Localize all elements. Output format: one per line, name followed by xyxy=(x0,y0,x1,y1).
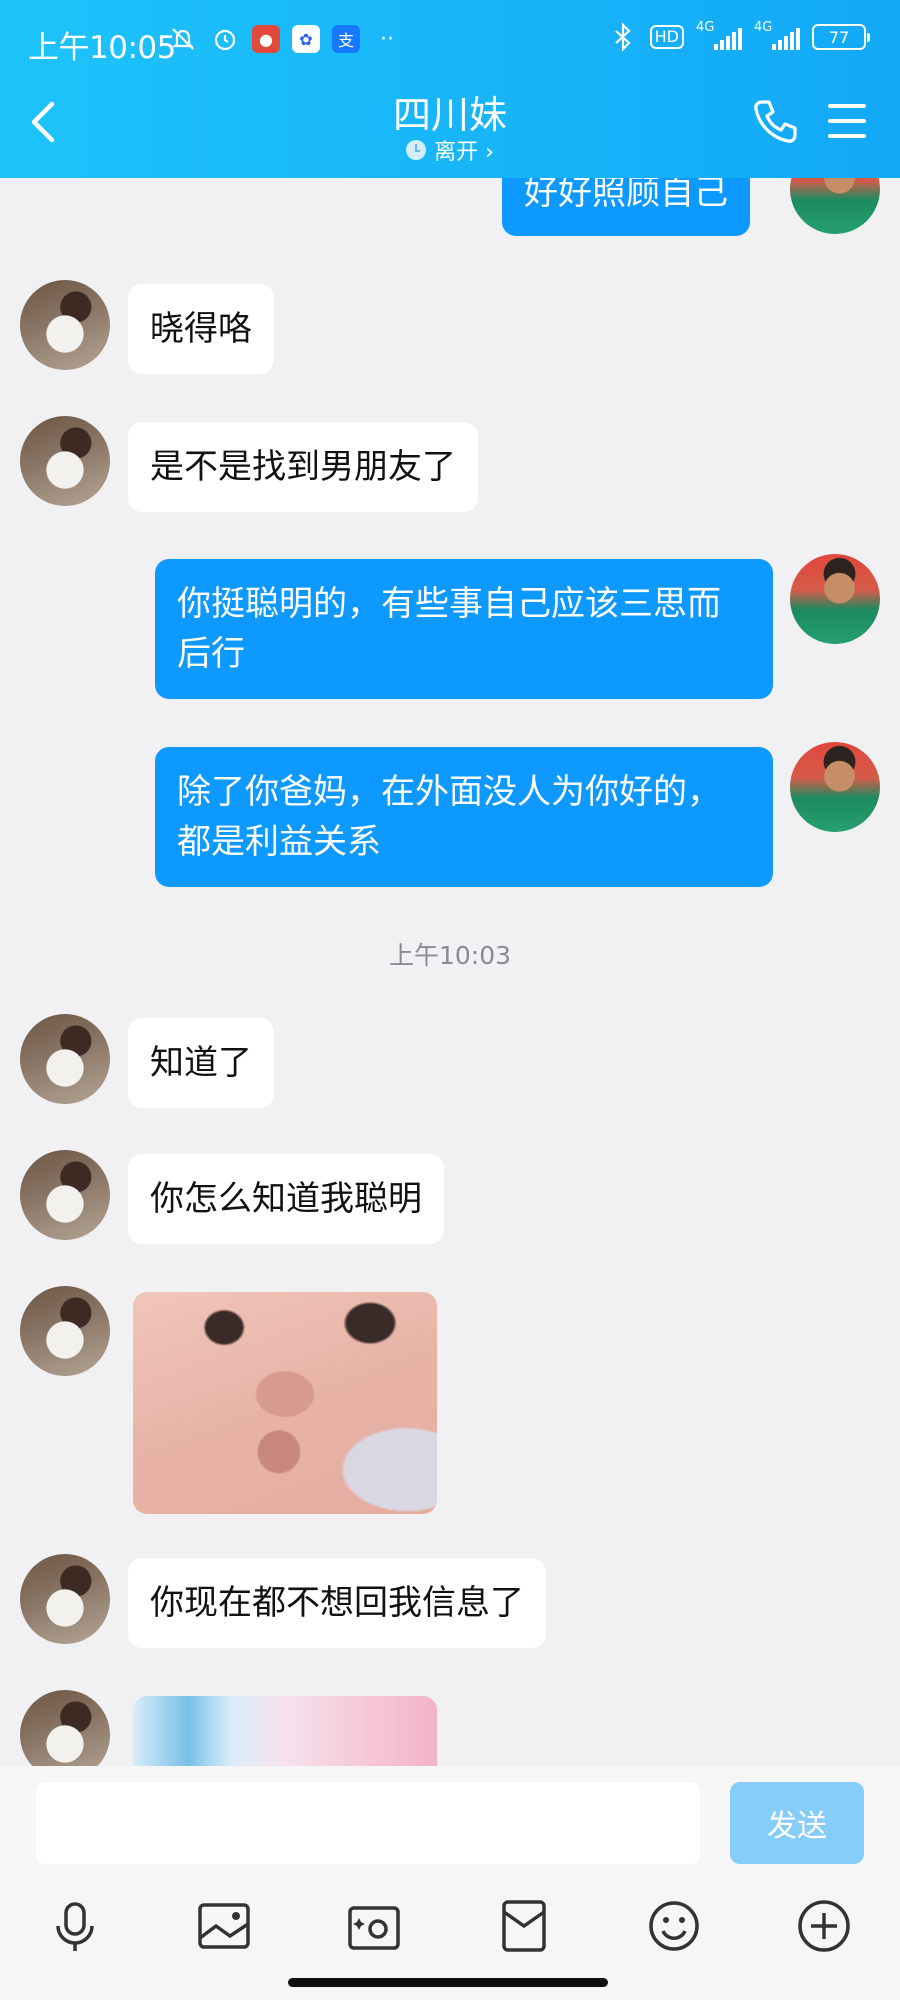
incoming-message[interactable]: 晓得咯 xyxy=(128,284,274,374)
alarm-clock-icon xyxy=(210,24,240,54)
presence-label: 离开 › xyxy=(434,140,494,165)
incoming-message[interactable]: 你现在都不想回我信息了 xyxy=(128,1558,546,1648)
red-packet-button[interactable] xyxy=(494,1896,554,1956)
bluetooth-icon xyxy=(608,22,638,52)
contact-avatar[interactable] xyxy=(20,1286,110,1376)
my-avatar[interactable] xyxy=(790,554,880,644)
contact-avatar[interactable] xyxy=(20,1014,110,1104)
contact-avatar[interactable] xyxy=(20,1690,110,1766)
contact-avatar[interactable] xyxy=(20,1150,110,1240)
incoming-message[interactable]: 知道了 xyxy=(128,1018,274,1108)
message-text: 好好照顾自己 xyxy=(524,178,728,213)
red-packet-icon xyxy=(502,1900,546,1952)
home-indicator[interactable] xyxy=(288,1978,608,1987)
send-button[interactable]: 发送 xyxy=(730,1782,864,1864)
call-button[interactable] xyxy=(750,96,800,146)
mute-bell-icon xyxy=(168,24,198,54)
menu-line xyxy=(828,134,866,138)
alipay-app-icon: 支 xyxy=(332,25,360,53)
camera-icon xyxy=(348,1906,400,1950)
picture-icon xyxy=(198,1903,250,1949)
message-text: 你怎么知道我聪明 xyxy=(150,1179,422,1219)
message-text: 知道了 xyxy=(150,1043,252,1083)
incoming-message[interactable]: 是不是找到男朋友了 xyxy=(128,422,478,512)
status-notification-icons: ● ✿ 支 ·· xyxy=(168,24,402,54)
plus-icon xyxy=(798,1900,850,1952)
message-list[interactable]: 好好照顾自己 晓得咯 是不是找到男朋友了 你挺聪明的，有些事自己应该三思而后行 … xyxy=(0,178,900,1766)
message-text: 除了你爸妈，在外面没人为你好的，都是利益关系 xyxy=(177,772,721,862)
message-timestamp: 上午10:03 xyxy=(388,941,512,970)
hd-voice-badge: HD xyxy=(649,25,684,49)
contact-avatar[interactable] xyxy=(20,416,110,506)
signal-2-icon: 4G xyxy=(754,21,800,52)
phone-icon xyxy=(754,100,797,143)
my-avatar[interactable] xyxy=(790,178,880,234)
emoji-button[interactable] xyxy=(644,1896,704,1956)
signal-1-icon: 4G xyxy=(696,21,742,52)
photo-button[interactable] xyxy=(194,1896,254,1956)
emoji-icon xyxy=(649,1901,699,1951)
battery-icon: 77 xyxy=(812,24,870,50)
message-text: 是不是找到男朋友了 xyxy=(150,447,456,487)
incoming-message[interactable]: 你怎么知道我聪明 xyxy=(128,1154,444,1244)
my-avatar[interactable] xyxy=(790,742,880,832)
battery-level: 77 xyxy=(828,27,850,47)
contact-avatar[interactable] xyxy=(20,280,110,370)
message-text: 你挺聪明的，有些事自己应该三思而后行 xyxy=(177,584,721,674)
baby-face-sticker-image[interactable] xyxy=(133,1292,437,1514)
voice-button[interactable] xyxy=(45,1896,105,1956)
status-bar: 上午10:05 ● ✿ 支 ·· HD 4G 4G 77 xyxy=(0,0,900,80)
anime-sticker-image[interactable] xyxy=(133,1696,437,1766)
away-clock-icon xyxy=(406,140,427,160)
chat-header: 上午10:05 ● ✿ 支 ·· HD 4G 4G 77 四川妹 离开 › xyxy=(0,0,900,178)
more-notifications-icon: ·· xyxy=(380,26,394,52)
music-app-icon: ● xyxy=(252,25,280,53)
status-system-icons: HD 4G 4G 77 xyxy=(608,21,870,52)
message-text: 晓得咯 xyxy=(150,309,252,349)
more-button[interactable] xyxy=(794,1896,854,1956)
baidu-app-icon: ✿ xyxy=(292,25,320,53)
menu-line xyxy=(828,119,866,123)
message-input[interactable] xyxy=(36,1782,700,1864)
message-text: 你现在都不想回我信息了 xyxy=(150,1583,524,1623)
outgoing-message[interactable]: 好好照顾自己 xyxy=(502,178,750,236)
status-time: 上午10:05 xyxy=(28,30,176,66)
input-bar: 发送 xyxy=(0,1766,900,2000)
contact-avatar[interactable] xyxy=(20,1554,110,1644)
camera-button[interactable] xyxy=(344,1896,404,1956)
outgoing-message[interactable]: 除了你爸妈，在外面没人为你好的，都是利益关系 xyxy=(155,747,773,887)
microphone-icon xyxy=(56,1902,94,1951)
menu-line xyxy=(828,104,866,108)
menu-button[interactable] xyxy=(828,104,866,138)
outgoing-message[interactable]: 你挺聪明的，有些事自己应该三思而后行 xyxy=(155,559,773,699)
